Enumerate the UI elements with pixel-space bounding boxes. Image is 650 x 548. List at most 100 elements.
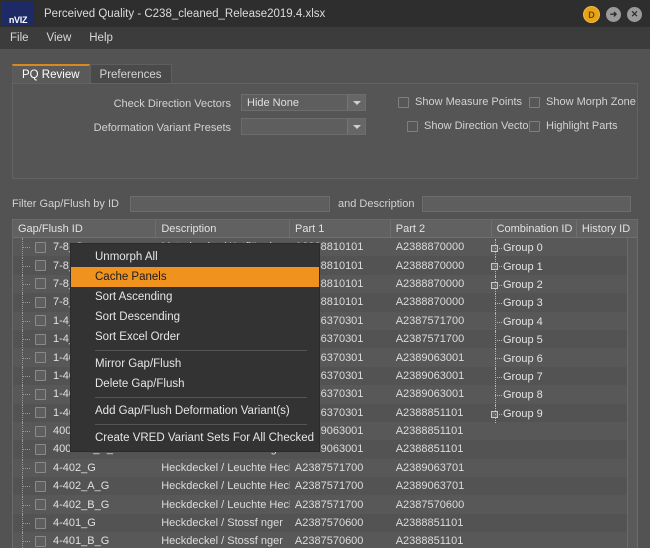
context-menu-item[interactable]: Cache Panels [71, 267, 319, 287]
row-checkbox[interactable] [35, 241, 46, 253]
cell-part-2: A2388851101 [395, 517, 464, 530]
checkbox-box[interactable] [398, 96, 409, 108]
row-checkbox[interactable] [35, 480, 46, 492]
table-vertical-scrollbar[interactable] [627, 238, 637, 548]
tree-line-icon [487, 367, 503, 387]
check-direction-vectors-select[interactable]: Hide None [241, 94, 366, 111]
table-row[interactable]: 4-402_B_G Heckdeckel / Leuchte Heck A23875… [13, 495, 637, 514]
checkbox-show-direction-vectors[interactable]: Show Direction Vectors [407, 120, 538, 132]
group-tree-item[interactable]: Group 3 [487, 294, 575, 313]
group-tree-item[interactable]: Group 2 [487, 275, 575, 295]
group-tree-item[interactable]: Group 1 [487, 257, 575, 277]
context-menu-item[interactable]: Delete Gap/Flush [71, 374, 319, 394]
cell-part-2: A2387571700 [395, 314, 465, 327]
cell-part-1: A2387571700 [294, 498, 364, 511]
tree-expander-icon[interactable] [491, 245, 498, 252]
menu-item-file[interactable]: File [10, 32, 29, 44]
row-checkbox[interactable] [35, 443, 46, 455]
tree-expander-icon[interactable] [491, 410, 498, 418]
checkbox-box[interactable] [529, 96, 540, 108]
filter-id-input[interactable] [130, 196, 330, 212]
row-checkbox[interactable] [35, 370, 46, 382]
row-checkbox[interactable] [35, 296, 46, 308]
table-row[interactable]: 4-401_B_G Heckdeckel / Stossf nger A238757… [13, 532, 637, 548]
group-tree-item[interactable]: Group 9 [487, 404, 575, 424]
cell-gap-flush-id: 4-402_G [13, 458, 156, 477]
column-header-description[interactable]: Description [156, 220, 291, 237]
group-tree-item[interactable]: Group 5 [487, 330, 575, 350]
group-tree-item[interactable]: Group 8 [487, 386, 575, 405]
checkbox-label: Show Direction Vectors [424, 120, 538, 132]
group-tree-item[interactable]: Group 6 [487, 349, 575, 369]
table-row[interactable]: 4-401_G Heckdeckel / Stossf nger A23875706… [13, 513, 637, 533]
checkbox-box[interactable] [407, 120, 418, 132]
tree-line-icon [487, 257, 503, 277]
window-controls: D ➜ ✕ [583, 6, 642, 23]
row-id-label: 4-402_A_G [53, 480, 110, 493]
context-menu-item[interactable]: Mirror Gap/Flush [71, 354, 319, 374]
group-label: Group 4 [503, 315, 543, 328]
checkbox-show-morph-zone[interactable]: Show Morph Zone [529, 96, 636, 108]
row-checkbox[interactable] [35, 278, 46, 290]
row-checkbox[interactable] [35, 315, 46, 327]
tree-expander-icon[interactable] [491, 263, 498, 271]
deformation-presets-select[interactable] [241, 118, 366, 135]
app-logo-icon: nVIZ [2, 1, 34, 26]
row-checkbox[interactable] [35, 333, 46, 345]
column-header-part-1[interactable]: Part 1 [290, 220, 391, 237]
chevron-down-icon[interactable] [347, 119, 365, 134]
tree-line-icon [487, 275, 503, 295]
group-tree-item[interactable]: Group 0 [487, 239, 575, 258]
row-checkbox[interactable] [35, 260, 46, 272]
tab-pq-review[interactable]: PQ Review [12, 64, 90, 84]
row-checkbox[interactable] [35, 462, 46, 474]
group-label: Group 2 [503, 278, 543, 291]
column-header-part-2[interactable]: Part 2 [391, 220, 492, 237]
context-menu-item[interactable]: Unmorph All [71, 247, 319, 267]
tree-line-icon [13, 514, 35, 533]
column-header-history-id[interactable]: History ID [577, 220, 637, 237]
row-checkbox[interactable] [35, 517, 46, 529]
tree-expander-icon[interactable] [491, 281, 498, 289]
cell-description: Heckdeckel / Leuchte Heck [161, 498, 290, 511]
cell-part-2: A2387570600 [395, 498, 465, 511]
menu-item-help[interactable]: Help [89, 32, 113, 44]
row-checkbox[interactable] [35, 407, 46, 419]
checkbox-highlight-parts[interactable]: Highlight Parts [529, 120, 618, 132]
row-checkbox[interactable] [35, 499, 46, 511]
chevron-down-icon[interactable] [347, 95, 365, 110]
column-header-combination-id[interactable]: Combination ID [492, 220, 577, 237]
row-checkbox[interactable] [35, 388, 46, 400]
menu-item-view[interactable]: View [47, 32, 72, 44]
tab-preferences[interactable]: Preferences [89, 64, 172, 84]
close-icon[interactable]: ✕ [627, 7, 642, 22]
document-icon[interactable]: D [583, 6, 600, 23]
context-menu-item[interactable]: Sort Ascending [71, 287, 319, 307]
tree-line-icon [13, 293, 35, 312]
context-menu-item[interactable]: Create VRED Variant Sets For All Checked [71, 428, 319, 448]
checkbox-label: Highlight Parts [546, 120, 618, 132]
arrow-right-icon[interactable]: ➜ [606, 7, 621, 22]
tree-line-icon [13, 330, 35, 349]
group-tree-item[interactable]: Group 7 [487, 367, 575, 387]
cell-part-1: A2387570600 [294, 535, 364, 548]
row-checkbox[interactable] [35, 425, 46, 437]
menu-separator [95, 350, 307, 351]
column-header-gap-flush-id[interactable]: Gap/Flush ID [13, 220, 157, 237]
checkbox-box[interactable] [529, 120, 540, 132]
check-direction-vectors-value: Hide None [247, 96, 299, 109]
table-row[interactable]: 4-402_A_G Heckdeckel / Leuchte Heck A23875… [13, 477, 637, 496]
tree-line-icon [13, 532, 35, 548]
row-checkbox[interactable] [35, 535, 46, 547]
context-menu-item[interactable]: Add Gap/Flush Deformation Variant(s) [71, 401, 319, 421]
table-header-row: Gap/Flush ID Description Part 1 Part 2 C… [13, 220, 637, 238]
tree-line-icon [13, 238, 35, 257]
row-checkbox[interactable] [35, 352, 46, 364]
context-menu-item[interactable]: Sort Excel Order [71, 327, 319, 347]
context-menu-item[interactable]: Sort Descending [71, 307, 319, 327]
filter-description-input[interactable] [422, 196, 631, 212]
checkbox-show-measure-points[interactable]: Show Measure Points [398, 96, 522, 108]
window-title: Perceived Quality - C238_cleaned_Release… [44, 7, 326, 20]
table-row[interactable]: 4-402_G Heckdeckel / Leuchte Heck A2387571… [13, 458, 637, 478]
group-tree-item[interactable]: Group 4 [487, 312, 575, 332]
